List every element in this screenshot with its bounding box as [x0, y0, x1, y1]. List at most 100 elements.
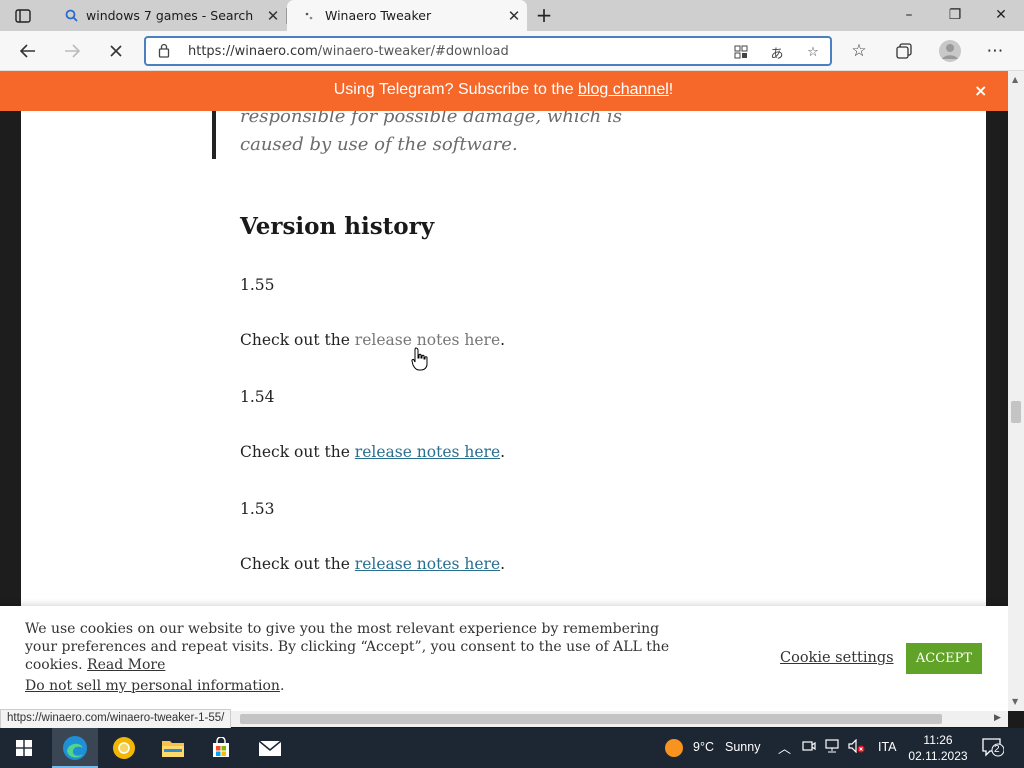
back-arrow-icon	[20, 44, 35, 58]
check-text: Check out the	[240, 331, 355, 349]
check-text: Check out the	[240, 443, 355, 461]
minimize-button[interactable]: –	[886, 0, 932, 31]
input-language[interactable]: ITA	[878, 740, 897, 754]
search-icon	[60, 9, 82, 22]
hand-cursor-icon	[411, 347, 428, 371]
stop-loading-button[interactable]	[102, 37, 130, 65]
scroll-up-icon[interactable]: ▲	[1012, 75, 1018, 84]
scroll-down-icon[interactable]: ▼	[1012, 697, 1018, 706]
tab-title: windows 7 games - Search	[86, 8, 254, 23]
release-notes-link[interactable]: release notes here	[355, 555, 500, 573]
vertical-scroll-thumb[interactable]	[1011, 401, 1021, 423]
version-label: 1.55	[240, 276, 275, 294]
lock-icon	[158, 43, 170, 62]
disclaimer-quote: responsible for possible damage, which i…	[240, 111, 622, 155]
accept-cookies-button[interactable]: ACCEPT	[906, 643, 982, 674]
mail-taskbar-button[interactable]	[250, 733, 290, 763]
banner-message: Using Telegram? Subscribe to the blog ch…	[0, 81, 1007, 99]
file-explorer-taskbar-button[interactable]	[153, 733, 193, 763]
tab-search[interactable]: windows 7 games - Search ✕	[48, 0, 286, 31]
folder-icon	[162, 741, 184, 757]
close-window-button[interactable]: ✕	[978, 0, 1024, 31]
browser-yellow-icon	[113, 737, 135, 759]
chrome-canary-taskbar-button[interactable]	[104, 733, 144, 763]
new-tab-button[interactable]: +	[531, 4, 557, 28]
scroll-right-icon[interactable]: ▶	[994, 713, 1001, 723]
notification-center-icon[interactable]	[982, 737, 1005, 761]
tab-strip: windows 7 games - Search ✕ Winaero Tweak…	[0, 0, 1024, 31]
volume-muted-icon[interactable]	[848, 738, 866, 756]
settings-more-button[interactable]: ⋯	[981, 37, 1009, 65]
collections-icon	[896, 43, 912, 59]
stop-icon	[110, 45, 122, 57]
forward-arrow-icon	[65, 44, 80, 58]
address-url: https://winaero.com/winaero-tweaker/#dow…	[188, 44, 509, 59]
taskbar-clock[interactable]: 11:26 02.11.2023	[908, 732, 968, 764]
edge-taskbar-button[interactable]	[55, 733, 95, 763]
check-text: Check out the	[240, 555, 355, 573]
taskbar: 9°C Sunny ︿ ITA 11:26 02.11.2023 2	[0, 728, 1024, 768]
release-notes-paragraph: Check out the release notes here.	[240, 555, 505, 573]
release-notes-paragraph: Check out the release notes here.	[240, 331, 505, 349]
network-icon[interactable]	[825, 739, 841, 756]
period: .	[500, 443, 506, 461]
weather-sun-icon[interactable]	[664, 738, 684, 762]
cookie-settings-link[interactable]: Cookie settings	[780, 650, 894, 666]
favorites-button[interactable]: ☆	[845, 37, 873, 65]
screen: windows 7 games - Search ✕ Winaero Tweak…	[0, 0, 1024, 768]
cookie-consent-bar: We use cookies on our website to give yo…	[0, 606, 1008, 711]
address-bar[interactable]: https://winaero.com/winaero-tweaker/#dow…	[144, 36, 832, 66]
do-not-sell-line: Do not sell my personal information.	[25, 678, 284, 694]
browser-toolbar: https://winaero.com/winaero-tweaker/#dow…	[0, 31, 1024, 71]
meet-now-icon[interactable]	[802, 739, 816, 756]
tab-winaero-tweaker[interactable]: Winaero Tweaker ✕	[287, 0, 527, 31]
mail-icon	[258, 740, 282, 756]
url-host: https://winaero.com	[188, 44, 318, 59]
add-favorite-icon[interactable]: ☆	[802, 41, 824, 63]
release-notes-paragraph: Check out the release notes here.	[240, 443, 505, 461]
windows-logo-icon	[16, 740, 32, 756]
period: .	[500, 555, 506, 573]
notification-count: 2	[994, 744, 1000, 755]
collections-button[interactable]	[890, 37, 918, 65]
loading-icon	[299, 10, 321, 22]
banner-exclamation: !	[668, 81, 674, 98]
restore-button[interactable]: ❐	[932, 0, 978, 31]
profile-button[interactable]	[936, 37, 964, 65]
url-path: /winaero-tweaker/#download	[317, 44, 509, 59]
start-button[interactable]	[4, 733, 44, 763]
weather-condition[interactable]: Sunny	[725, 740, 760, 754]
clock-date: 02.11.2023	[908, 749, 968, 763]
store-bag-icon	[213, 737, 229, 757]
vertical-scrollbar[interactable]: ▲ ▼	[1008, 71, 1024, 711]
forward-button[interactable]	[58, 37, 86, 65]
tab-actions-button[interactable]	[0, 0, 46, 31]
back-button[interactable]	[14, 37, 42, 65]
cookie-text: We use cookies on our website to give yo…	[25, 620, 690, 674]
tab-close-icon[interactable]: ✕	[260, 7, 286, 25]
store-taskbar-button[interactable]	[201, 733, 241, 763]
more-dots-icon: ⋯	[986, 41, 1004, 61]
weather-temperature[interactable]: 9°C	[693, 740, 714, 754]
release-notes-link[interactable]: release notes here	[355, 443, 500, 461]
banner-text: Using Telegram? Subscribe to the	[333, 81, 579, 98]
blog-channel-link[interactable]: blog channel	[578, 81, 669, 98]
version-label: 1.54	[240, 388, 275, 406]
translate-icon[interactable]: あ	[766, 41, 788, 63]
version-label: 1.53	[240, 500, 275, 518]
telegram-banner: Using Telegram? Subscribe to the blog ch…	[0, 71, 1024, 111]
do-not-sell-link[interactable]: Do not sell my personal information	[25, 678, 280, 694]
tab-title: Winaero Tweaker	[325, 8, 432, 23]
version-history-heading: Version history	[240, 213, 435, 240]
clock-time: 11:26	[923, 733, 953, 747]
app-available-icon[interactable]	[730, 41, 752, 63]
favorites-icon: ☆	[851, 41, 867, 61]
read-more-link[interactable]: Read More	[87, 657, 165, 673]
tab-close-icon[interactable]: ✕	[501, 7, 527, 25]
avatar-icon	[939, 40, 961, 62]
horizontal-scroll-thumb[interactable]	[240, 714, 942, 724]
blockquote-bar	[212, 111, 216, 159]
period: .	[279, 678, 285, 694]
banner-close-button[interactable]: ×	[974, 81, 987, 100]
show-hidden-icons-chevron-icon[interactable]: ︿	[778, 738, 791, 757]
